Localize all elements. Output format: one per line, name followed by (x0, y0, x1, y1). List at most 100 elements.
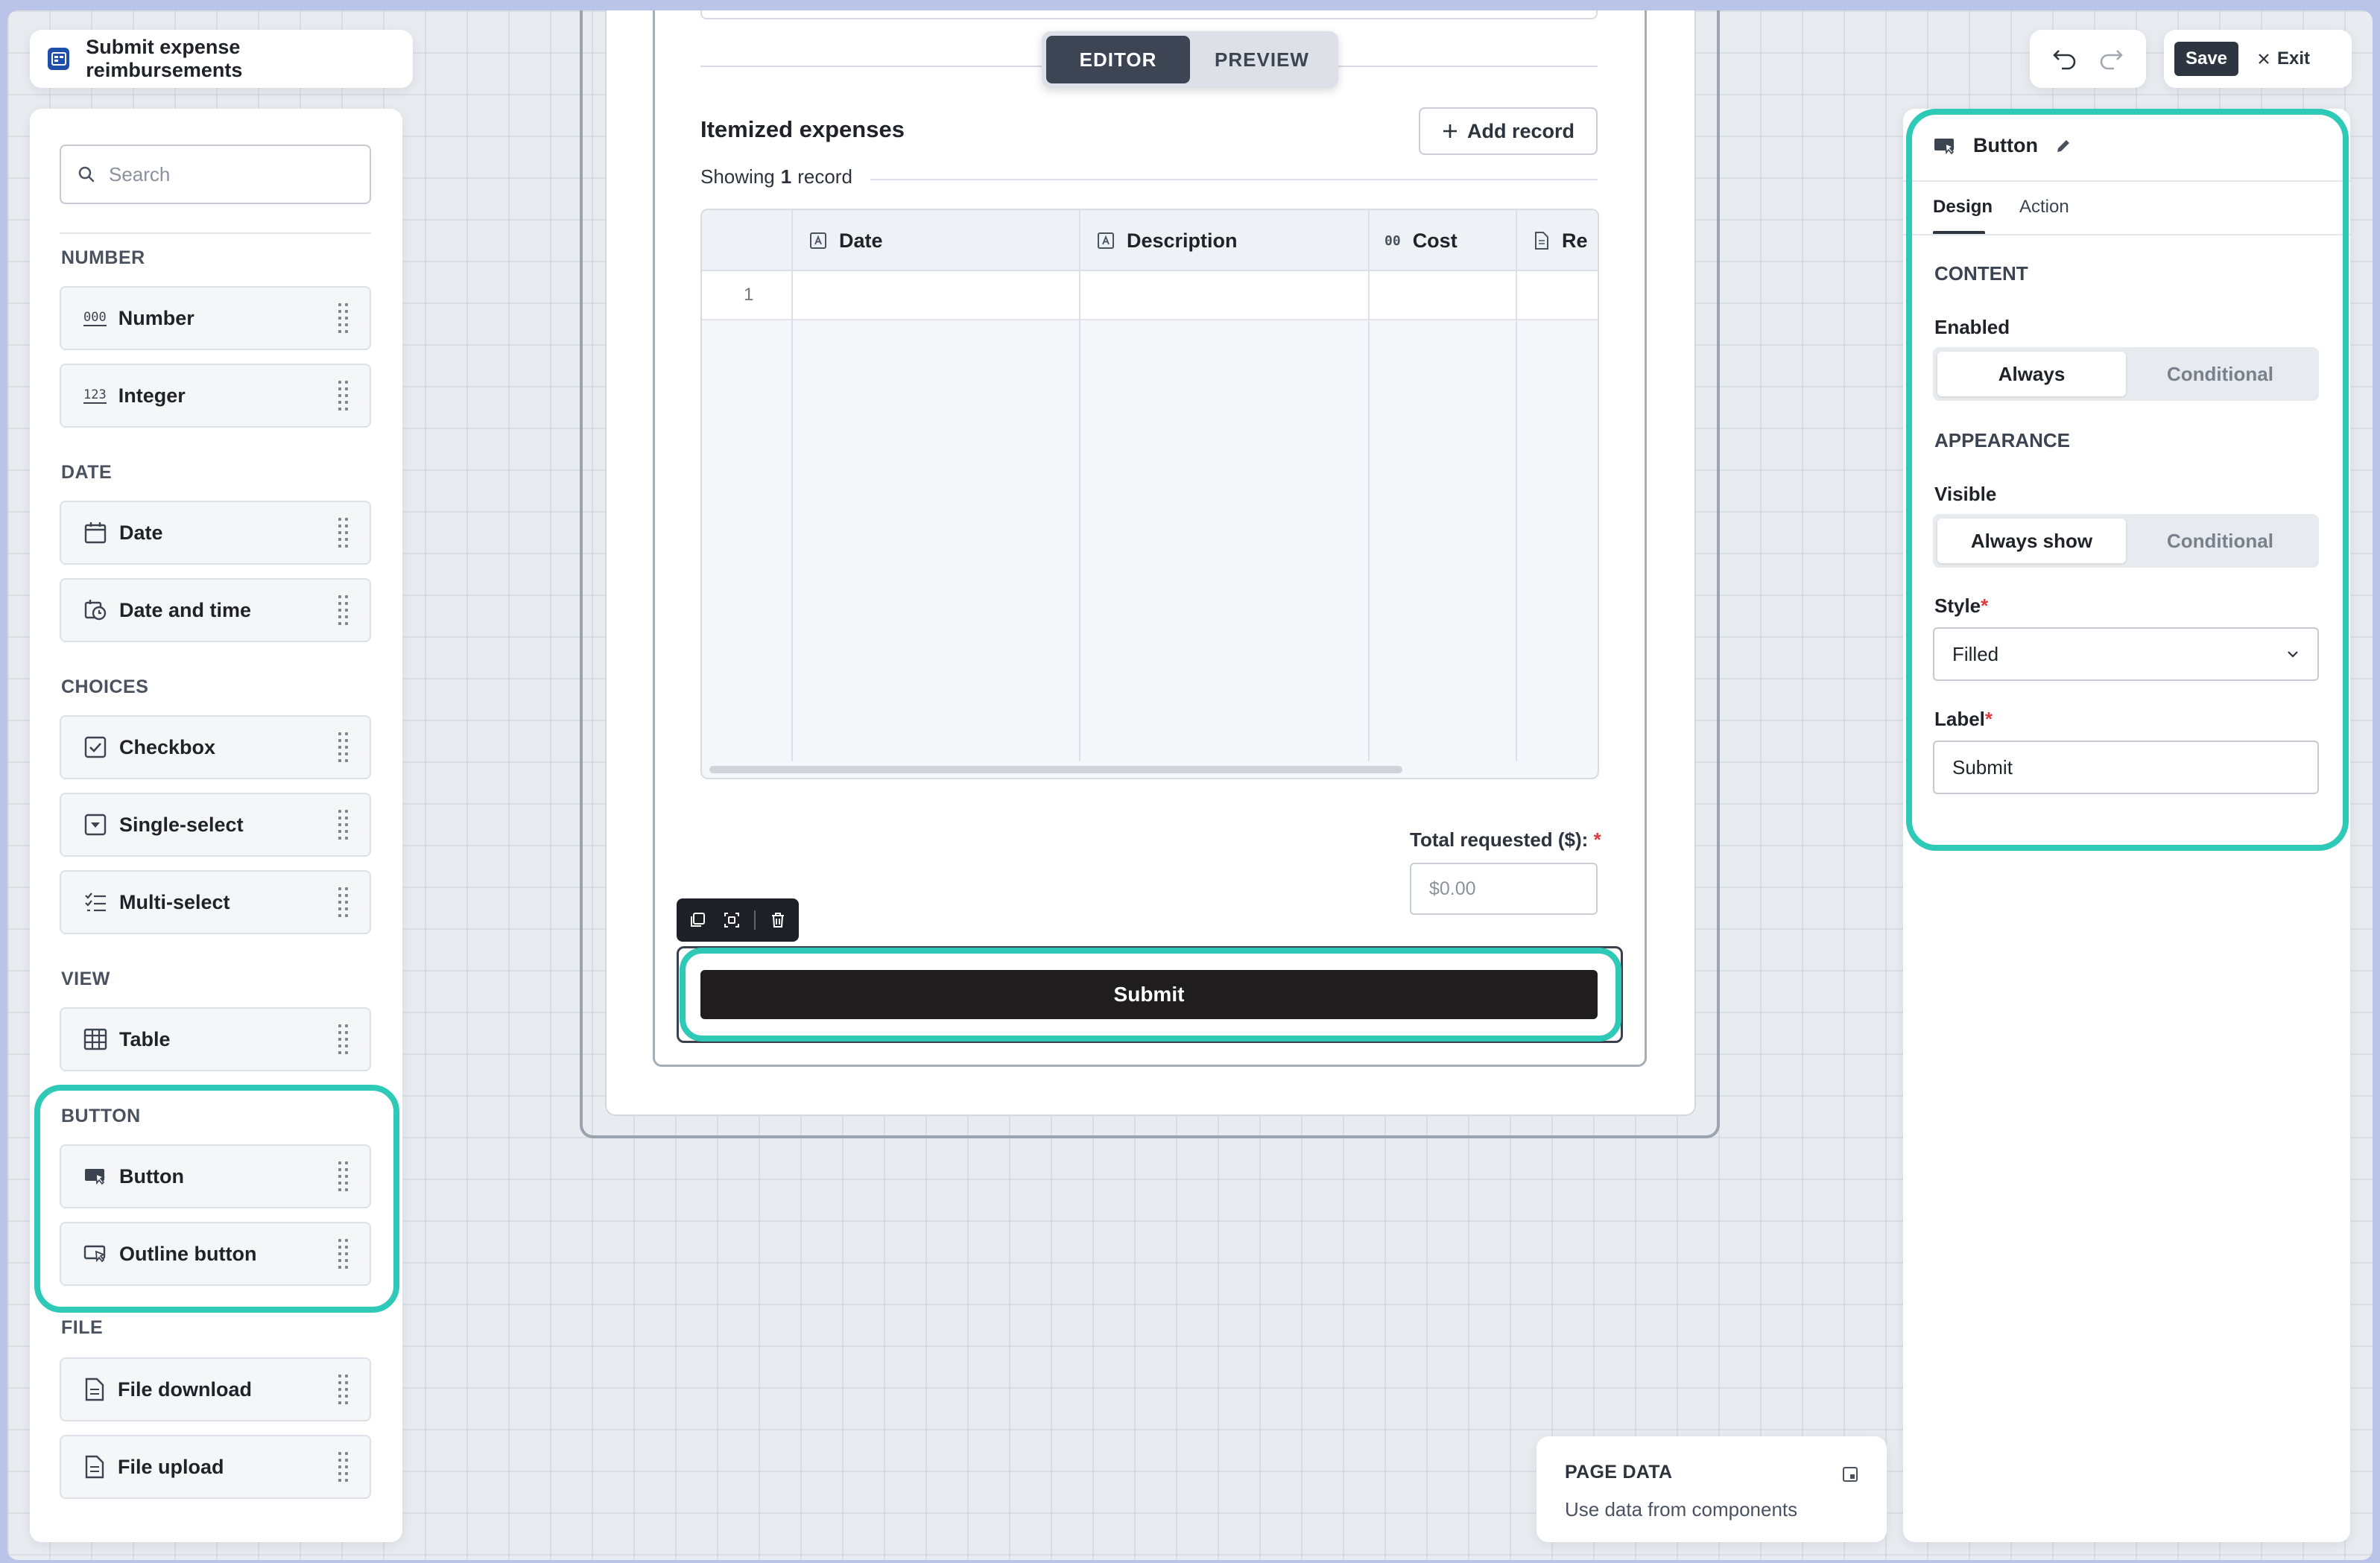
app-icon (48, 48, 70, 70)
section-label-date: DATE (61, 462, 113, 483)
column-header-label: Re (1562, 229, 1588, 252)
component-palette: Search NUMBER 000 Number 123 Integer DAT… (30, 109, 402, 1542)
editor-preview-toggle: EDITOR PREVIEW (1042, 31, 1338, 88)
total-requested-input[interactable]: $0.00 (1410, 863, 1598, 915)
add-record-label: Add record (1466, 119, 1575, 142)
total-placeholder: $0.00 (1429, 878, 1476, 899)
horizontal-scrollbar[interactable] (709, 766, 1402, 773)
trash-icon[interactable] (766, 907, 790, 933)
drag-handle-icon[interactable] (338, 885, 349, 919)
palette-item-checkbox[interactable]: Checkbox (60, 715, 371, 779)
total-requested-label: Total requested ($): * (1410, 828, 1601, 852)
column-divider (791, 210, 793, 761)
palette-item-label: File download (118, 1377, 252, 1401)
app-title-chip: Submit expense reimbursements (30, 30, 413, 88)
drag-handle-icon[interactable] (338, 1022, 349, 1056)
inspector-highlight (1906, 109, 2349, 851)
toolbar-separator (754, 910, 756, 930)
save-button[interactable]: Save (2174, 42, 2238, 76)
palette-item-file-download[interactable]: File download (60, 1357, 371, 1421)
column-divider (1516, 210, 1517, 761)
calendar-clock-icon (84, 600, 107, 621)
page-data-card[interactable]: PAGE DATA Use data from components (1536, 1436, 1887, 1542)
showing-count: 1 (780, 165, 792, 188)
palette-item-file-upload[interactable]: File upload (60, 1435, 371, 1499)
history-controls (2030, 30, 2146, 88)
plus-icon (1443, 124, 1457, 138)
editor-tab[interactable]: EDITOR (1046, 36, 1190, 83)
column-header-description[interactable]: Description (1097, 210, 1238, 271)
decimal-number-icon: 00 (1384, 232, 1401, 249)
app-title: Submit expense reimbursements (86, 36, 243, 81)
exit-label: Exit (2277, 48, 2311, 69)
column-divider (1079, 210, 1080, 761)
select-parent-icon[interactable] (720, 907, 744, 933)
section-label-file: FILE (61, 1317, 104, 1338)
drag-handle-icon[interactable] (338, 1372, 349, 1407)
palette-divider (60, 232, 371, 234)
file-icon (1535, 232, 1548, 250)
drag-handle-icon[interactable] (338, 808, 349, 842)
palette-item-label: Checkbox (119, 735, 216, 758)
duplicate-icon[interactable] (686, 907, 709, 933)
palette-item-date-time[interactable]: Date and time (60, 578, 371, 642)
palette-item-label: Multi-select (119, 890, 230, 913)
column-header-label: Cost (1412, 229, 1458, 252)
undo-icon[interactable] (2051, 48, 2078, 70)
itemized-expenses-title: Itemized expenses (700, 116, 905, 142)
section-label-choices: CHOICES (61, 676, 149, 697)
column-header-cost[interactable]: 00 Cost (1384, 210, 1458, 271)
table-row[interactable] (702, 271, 1598, 320)
column-header-label: Description (1127, 229, 1238, 252)
required-mark: * (1593, 828, 1601, 851)
column-header-receipt[interactable]: Re (1534, 210, 1588, 271)
palette-item-number[interactable]: 000 Number (60, 286, 371, 350)
number-icon: 000 (83, 310, 107, 326)
palette-item-single-select[interactable]: Single-select (60, 793, 371, 857)
drag-handle-icon[interactable] (338, 516, 349, 550)
preview-tab[interactable]: PREVIEW (1190, 36, 1334, 83)
page-data-title: PAGE DATA (1565, 1462, 1673, 1483)
palette-item-label: Number (118, 306, 194, 329)
redo-icon[interactable] (2098, 48, 2124, 70)
file-upload-icon (85, 1455, 104, 1479)
palette-item-integer[interactable]: 123 Integer (60, 364, 371, 428)
palette-item-label: File upload (118, 1455, 224, 1478)
palette-item-table[interactable]: Table (60, 1007, 371, 1071)
button-section-highlight (34, 1085, 399, 1313)
drag-handle-icon[interactable] (338, 730, 349, 764)
save-exit-controls: Save Exit (2164, 30, 2352, 88)
calendar-icon (84, 522, 107, 544)
column-divider (1368, 210, 1370, 761)
record-count-divider (870, 179, 1598, 180)
search-input[interactable]: Search (60, 145, 371, 204)
palette-item-label: Table (119, 1027, 171, 1050)
close-icon (2259, 54, 2269, 64)
table-icon (83, 1028, 107, 1050)
checkbox-icon (84, 736, 107, 758)
total-label-text: Total requested ($): (1410, 828, 1589, 851)
integer-icon: 123 (83, 387, 107, 404)
search-icon (78, 166, 95, 183)
palette-item-multi-select[interactable]: Multi-select (60, 870, 371, 934)
exit-button[interactable]: Exit (2258, 48, 2310, 69)
submit-button[interactable]: Submit (700, 970, 1598, 1019)
page-data-subtitle: Use data from components (1565, 1498, 1798, 1521)
row-number: 1 (744, 285, 754, 305)
selection-toolbar (677, 898, 799, 942)
column-header-date[interactable]: Date (809, 210, 883, 271)
drag-handle-icon[interactable] (338, 301, 349, 335)
expand-panel-icon[interactable] (1842, 1466, 1858, 1483)
record-count: Showing 1 record (700, 165, 852, 188)
drag-handle-icon[interactable] (338, 593, 349, 627)
checklist-icon (85, 893, 106, 912)
drag-handle-icon[interactable] (338, 1450, 349, 1484)
add-record-button[interactable]: Add record (1419, 107, 1598, 155)
text-field-icon (1098, 232, 1114, 249)
palette-item-label: Integer (118, 384, 186, 407)
palette-item-date[interactable]: Date (60, 501, 371, 565)
expenses-table: Date Description 00 Cost Re 1 (700, 209, 1599, 779)
drag-handle-icon[interactable] (338, 378, 349, 413)
palette-item-label: Single-select (119, 813, 244, 836)
showing-suffix: record (797, 165, 852, 188)
